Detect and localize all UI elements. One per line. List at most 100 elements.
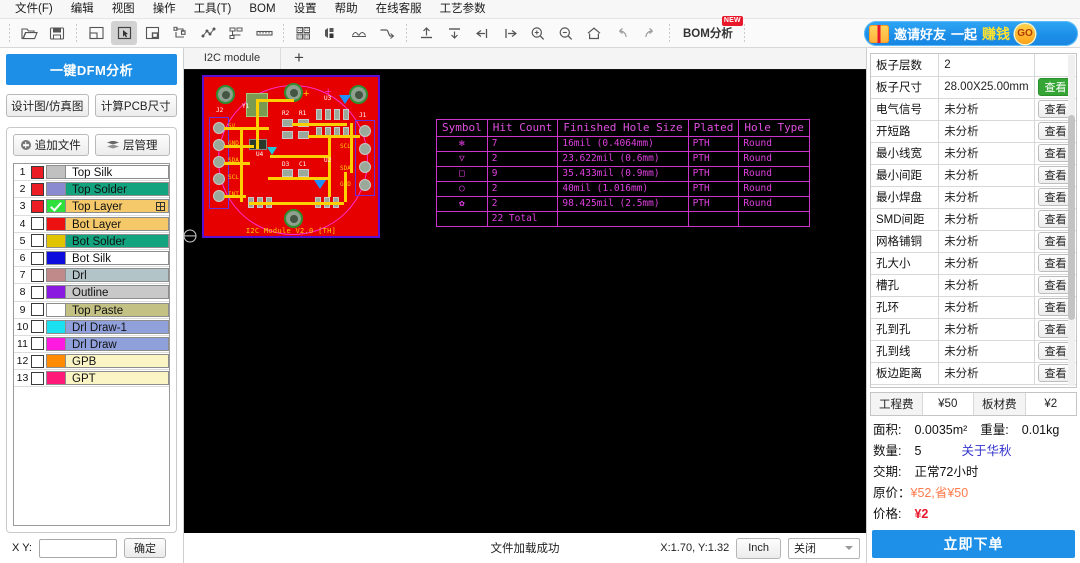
layer-visibility-checkbox[interactable] (31, 285, 44, 299)
go-button[interactable]: GO (1015, 23, 1036, 44)
layer-manage-button[interactable]: 层管理 (94, 134, 170, 156)
unit-toggle-button[interactable]: Inch (736, 537, 781, 559)
layer-row[interactable]: 13 GPT (14, 370, 169, 388)
compare-icon[interactable] (346, 21, 372, 45)
window-icon[interactable] (83, 21, 109, 45)
layer-row[interactable]: 5 Bot Solder (14, 233, 169, 250)
layer-visibility-checkbox[interactable] (31, 303, 44, 317)
import-icon[interactable] (413, 21, 439, 45)
netlist-icon[interactable] (195, 21, 221, 45)
redo-icon[interactable] (637, 21, 663, 45)
add-tab-button[interactable]: + (281, 47, 317, 69)
export-icon[interactable] (441, 21, 467, 45)
confirm-button[interactable]: 确定 (123, 538, 166, 558)
layer-row[interactable]: 9 Top Paste (14, 302, 169, 319)
layer-name[interactable]: Drl Draw-1 (66, 319, 169, 334)
save-icon[interactable] (44, 21, 70, 45)
layer-row[interactable]: 1 Top Silk (14, 164, 169, 182)
layer-row[interactable]: 4 Bot Layer (14, 216, 169, 233)
layer-visibility-checkbox[interactable] (31, 182, 44, 196)
layer-row[interactable]: 12 GPB (14, 353, 169, 371)
layer-row[interactable]: 11 Drl Draw (14, 336, 169, 354)
calc-pcb-size-button[interactable]: 计算PCB尺寸 (94, 94, 177, 117)
dfm-analysis-button[interactable]: 一键DFM分析 (6, 54, 177, 85)
layer-color-swatch[interactable] (46, 354, 66, 369)
layer-visibility-checkbox[interactable] (31, 337, 44, 351)
layer-color-swatch[interactable] (46, 182, 66, 197)
layer-row[interactable]: 3 Top Layer (14, 198, 169, 216)
invite-friends-banner[interactable]: 邀请好友 一起 赚钱 GO (864, 21, 1078, 46)
layer-name[interactable]: GPT (66, 371, 169, 386)
measure-icon[interactable] (167, 21, 193, 45)
zoom-in-icon[interactable] (525, 21, 551, 45)
layer-visibility-checkbox[interactable] (31, 165, 44, 179)
design-simulation-button[interactable]: 设计图/仿真图 (6, 94, 89, 117)
mode-select[interactable]: 关闭 (788, 537, 860, 559)
menu-item-operation[interactable]: 操作 (144, 0, 185, 19)
pcb-board-render[interactable]: J2 J1 Y1 R2 R1 D3 C1 U3 U2 U4 5V GND SDA… (202, 75, 380, 238)
layer-row[interactable]: 2 Top Solder (14, 181, 169, 199)
layer-color-swatch[interactable] (46, 302, 66, 317)
menu-item-edit[interactable]: 编辑 (62, 0, 103, 19)
home-icon[interactable] (581, 21, 607, 45)
menu-item-bom[interactable]: BOM (240, 0, 284, 19)
right-panel-scrollbar[interactable] (1068, 55, 1075, 386)
layer-row[interactable]: 6 Bot Silk (14, 250, 169, 268)
xy-input[interactable] (38, 538, 117, 558)
layer-color-swatch[interactable] (46, 336, 66, 351)
pcb-canvas[interactable]: J2 J1 Y1 R2 R1 D3 C1 U3 U2 U4 5V GND SDA… (184, 70, 866, 533)
layer-visibility-checkbox[interactable] (31, 251, 44, 265)
layer-list[interactable]: 1 Top Silk 2 Top Solder 3 Top Layer 4 Bot Layer… (13, 163, 170, 526)
add-file-button[interactable]: 追加文件 (13, 134, 89, 156)
undo-icon[interactable] (609, 21, 635, 45)
layer-color-swatch[interactable] (46, 216, 66, 231)
layer-name[interactable]: Bot Silk (66, 251, 169, 266)
align-icon[interactable] (223, 21, 249, 45)
grid-icon[interactable] (156, 202, 165, 212)
layer-name[interactable]: Top Layer (66, 199, 169, 214)
open-folder-icon[interactable] (16, 21, 42, 45)
menu-item-online-service[interactable]: 在线客服 (367, 0, 431, 19)
layer-color-swatch[interactable] (46, 233, 66, 248)
menu-item-settings[interactable]: 设置 (285, 0, 326, 19)
about-huaqiu-link[interactable]: 关于华秋 (961, 440, 1011, 459)
layer-row[interactable]: 10 Drl Draw-1 (14, 319, 169, 336)
layer-stack-icon[interactable] (318, 21, 344, 45)
menu-item-tools[interactable]: 工具(T) (185, 0, 241, 19)
zoom-out-icon[interactable] (553, 21, 579, 45)
menu-item-help[interactable]: 帮助 (326, 0, 367, 19)
layer-color-swatch[interactable] (46, 371, 66, 386)
layer-color-swatch[interactable] (46, 268, 66, 283)
smooth-icon[interactable] (374, 21, 400, 45)
layer-name[interactable]: GPB (66, 354, 169, 369)
layer-name[interactable]: Top Solder (66, 182, 169, 197)
menu-item-file[interactable]: 文件(F) (6, 0, 62, 19)
panelize-icon[interactable] (290, 21, 316, 45)
layer-row[interactable]: 7 Drl (14, 267, 169, 285)
scrollbar-thumb[interactable] (1068, 114, 1075, 320)
align-right-icon[interactable] (497, 21, 523, 45)
layer-color-swatch[interactable] (46, 165, 66, 180)
layer-name[interactable]: Top Silk (66, 165, 169, 180)
layer-name[interactable]: Drl Draw (66, 336, 169, 351)
layer-name[interactable]: Top Paste (66, 302, 169, 317)
layer-name[interactable]: Bot Layer (66, 216, 169, 231)
layer-visibility-checkbox[interactable] (31, 234, 44, 248)
layer-row[interactable]: 8 Outline (14, 284, 169, 302)
layer-visibility-checkbox[interactable] (31, 320, 44, 334)
layer-visibility-checkbox[interactable] (31, 268, 44, 282)
place-order-button[interactable]: 立即下单 (872, 530, 1075, 558)
layer-visibility-checkbox[interactable] (31, 354, 44, 368)
layer-name[interactable]: Outline (66, 285, 169, 300)
menu-item-view[interactable]: 视图 (103, 0, 144, 19)
layer-name[interactable]: Drl (66, 268, 169, 283)
bom-analysis-button[interactable]: BOM分析 NEW (679, 16, 743, 43)
align-left-icon[interactable] (469, 21, 495, 45)
tab-i2c-module[interactable]: I2C module (184, 47, 281, 69)
layer-color-swatch[interactable] (46, 199, 66, 214)
ruler-icon[interactable] (251, 21, 277, 45)
layer-color-swatch[interactable] (46, 285, 66, 300)
layer-color-swatch[interactable] (46, 251, 66, 266)
marquee-select-icon[interactable] (139, 21, 165, 45)
layer-visibility-checkbox[interactable] (31, 217, 44, 231)
